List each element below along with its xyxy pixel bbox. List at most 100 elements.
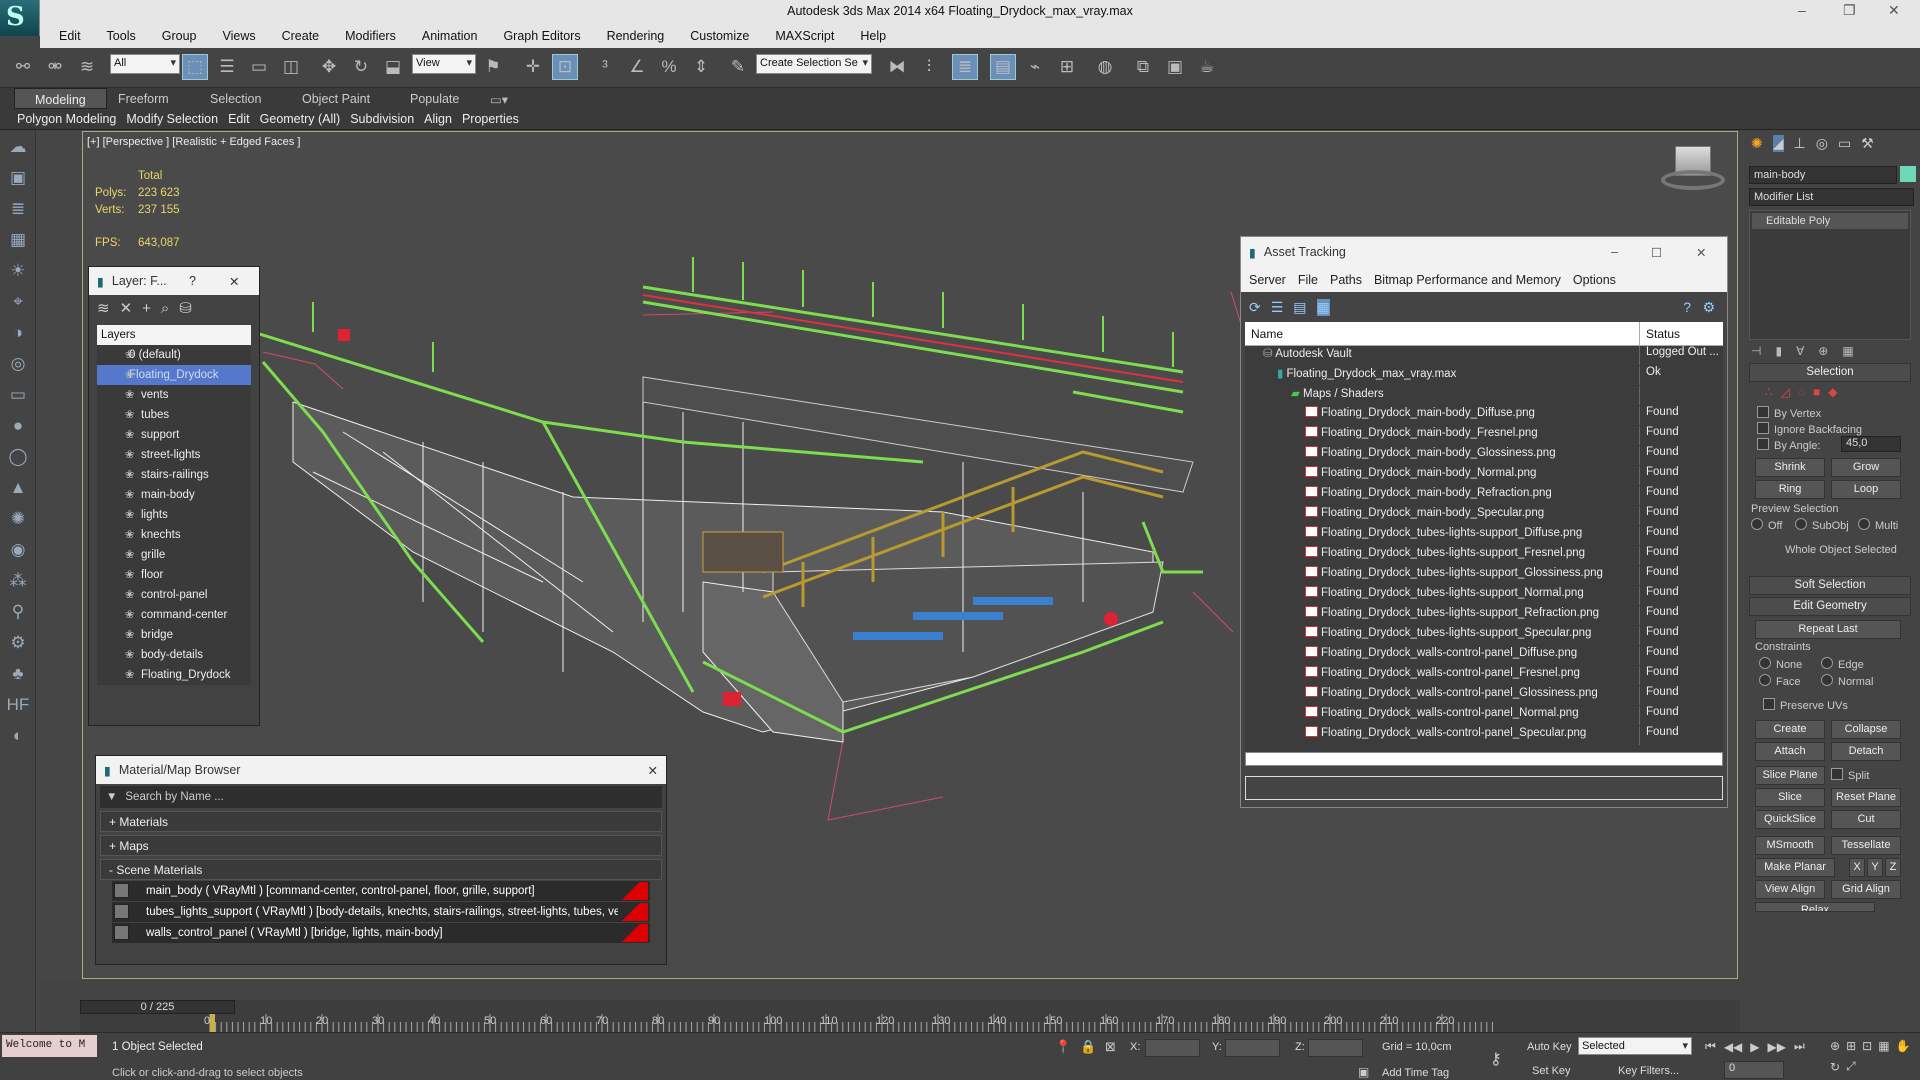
layer-item[interactable]: street-lights bbox=[97, 445, 251, 465]
refresh-icon[interactable]: ⟳ bbox=[1249, 299, 1261, 316]
asset-horizontal-scrollbar[interactable] bbox=[1245, 752, 1723, 766]
selection-rollout-header[interactable]: Selection bbox=[1749, 363, 1911, 382]
menu-edit[interactable]: Edit bbox=[46, 29, 94, 43]
asset-row[interactable]: Floating_Drydock_tubes-lights-support_Fr… bbox=[1245, 546, 1723, 566]
layer-add-icon[interactable]: + bbox=[142, 300, 151, 317]
sphere-icon[interactable]: ● bbox=[6, 416, 30, 440]
scene-material-main-body[interactable]: main_body ( VRayMtl ) [command-center, c… bbox=[112, 881, 650, 901]
asset-row[interactable]: Floating_Drydock_tubes-lights-support_Di… bbox=[1245, 526, 1723, 546]
application-button[interactable]: S bbox=[0, 0, 40, 36]
plant-icon[interactable]: ♣ bbox=[6, 664, 30, 688]
panel-properties[interactable]: Properties bbox=[457, 109, 524, 129]
move-icon[interactable]: ✥ bbox=[316, 54, 342, 80]
material-browser-titlebar[interactable]: ▮ Material/Map Browser ✕ bbox=[96, 756, 666, 784]
wrench-icon[interactable]: ⚙ bbox=[6, 633, 30, 657]
close-button[interactable]: ✕ bbox=[1888, 2, 1900, 19]
menu-animation[interactable]: Animation bbox=[409, 29, 491, 43]
asset-path-field[interactable] bbox=[1245, 776, 1723, 800]
layer-item[interactable]: lights bbox=[97, 505, 251, 525]
pin-stack-icon[interactable]: ⊣ bbox=[1751, 344, 1761, 358]
scale-icon[interactable]: ⬓ bbox=[380, 54, 406, 80]
grid-align-button[interactable]: Grid Align bbox=[1831, 880, 1901, 899]
ring-button[interactable]: Ring bbox=[1755, 480, 1825, 499]
tab-freeform[interactable]: Freeform bbox=[118, 92, 169, 106]
next-frame-icon[interactable]: ▶▶ bbox=[1768, 1040, 1786, 1054]
layer-manager-icon[interactable]: ≣ bbox=[952, 54, 978, 80]
asset-row[interactable]: Floating_Drydock_tubes-lights-support_Re… bbox=[1245, 606, 1723, 626]
y-coordinate-field[interactable] bbox=[1225, 1039, 1280, 1057]
asset-maximize-button[interactable]: ☐ bbox=[1651, 245, 1662, 260]
key-icon[interactable]: ⚷ bbox=[1490, 1049, 1502, 1069]
maps-group[interactable]: + Maps bbox=[100, 835, 662, 856]
spacewarp-icon[interactable]: ◎ bbox=[6, 354, 30, 378]
column-status[interactable]: Status bbox=[1640, 322, 1686, 345]
grid-icon[interactable]: ▦ bbox=[6, 230, 30, 254]
align-icon[interactable]: ⫶ bbox=[916, 54, 942, 80]
asset-menu-server[interactable]: Server bbox=[1243, 273, 1292, 287]
viewcube[interactable] bbox=[1653, 140, 1733, 200]
keyboard-shortcut-override-icon[interactable]: ⊡ bbox=[552, 54, 578, 80]
tab-populate[interactable]: Populate bbox=[410, 92, 459, 106]
msmooth-button[interactable]: MSmooth bbox=[1755, 836, 1825, 855]
light-icon[interactable]: ☀ bbox=[6, 261, 30, 285]
layer-panel-titlebar[interactable]: ▮ Layer: F... ? ✕ bbox=[89, 267, 259, 295]
material-editor-icon[interactable]: ◍ bbox=[1092, 54, 1118, 80]
materials-group[interactable]: + Materials bbox=[100, 811, 662, 832]
layer-item[interactable]: bridge bbox=[97, 625, 251, 645]
show-end-result-icon[interactable]: ▮ bbox=[1775, 344, 1782, 358]
add-time-tag[interactable]: Add Time Tag bbox=[1382, 1067, 1449, 1079]
quickslice-button[interactable]: QuickSlice bbox=[1755, 810, 1825, 829]
layer-item[interactable]: floor bbox=[97, 565, 251, 585]
asset-row[interactable]: Floating_Drydock_main-body_Diffuse.png Fo… bbox=[1245, 406, 1723, 426]
sun-icon[interactable]: ✺ bbox=[6, 509, 30, 533]
loop-button[interactable]: Loop bbox=[1831, 480, 1901, 499]
disc-icon[interactable]: ◉ bbox=[6, 540, 30, 564]
asset-row[interactable]: Floating_Drydock_main-body_Glossiness.pn… bbox=[1245, 446, 1723, 466]
z-coordinate-field[interactable] bbox=[1308, 1039, 1363, 1057]
timeline[interactable]: 0 / 225 0 10 20 30 40 50 60 70 80 90 100 110 120 130 1… bbox=[80, 1000, 1740, 1032]
polygon-icon[interactable]: ■ bbox=[1813, 385, 1820, 399]
element-icon[interactable]: ◆ bbox=[1828, 385, 1837, 399]
asset-row[interactable]: ⛁ Autodesk Vault Logged Out ... bbox=[1245, 346, 1723, 366]
maximize-button[interactable]: ❐ bbox=[1843, 2, 1856, 19]
layer-item[interactable]: stairs-railings bbox=[97, 465, 251, 485]
menu-tools[interactable]: Tools bbox=[94, 29, 149, 43]
relax-button[interactable]: Relax bbox=[1755, 902, 1875, 912]
layer-select-icon[interactable]: ⌕ bbox=[161, 300, 169, 317]
utilities-tab-icon[interactable]: ⚒ bbox=[1861, 135, 1874, 152]
layers-header[interactable]: Layers bbox=[97, 325, 251, 345]
object-color-swatch[interactable] bbox=[1900, 166, 1916, 182]
fov-icon[interactable]: ▦ bbox=[1878, 1039, 1889, 1053]
constraint-edge-radio[interactable]: Edge bbox=[1821, 657, 1864, 671]
column-name[interactable]: Name bbox=[1245, 322, 1640, 345]
make-planar-button[interactable]: Make Planar bbox=[1755, 858, 1835, 877]
detail-view-icon[interactable]: ▤ bbox=[1293, 299, 1306, 316]
planar-y-button[interactable]: Y bbox=[1867, 858, 1883, 877]
menu-help[interactable]: Help bbox=[847, 29, 899, 43]
asset-row[interactable]: Floating_Drydock_main-body_Refraction.pn… bbox=[1245, 486, 1723, 506]
link-icon[interactable]: ⚯ bbox=[10, 54, 36, 80]
curve-editor-icon[interactable]: ⌁ bbox=[1022, 54, 1048, 80]
mirror-icon[interactable]: ⧓ bbox=[884, 54, 910, 80]
material-browser-close-button[interactable]: ✕ bbox=[648, 763, 658, 778]
ignore-backfacing-checkbox[interactable]: Ignore Backfacing bbox=[1757, 422, 1862, 436]
motion-tab-icon[interactable]: ◎ bbox=[1816, 135, 1828, 152]
table-view-icon[interactable]: ▦ bbox=[1316, 298, 1330, 316]
object-name-field[interactable]: main-body bbox=[1749, 166, 1897, 184]
tab-modeling[interactable]: Modeling bbox=[14, 88, 107, 109]
select-by-name-icon[interactable]: ☰ bbox=[214, 54, 240, 80]
layers-icon[interactable]: ≣ bbox=[6, 199, 30, 223]
display-tab-icon[interactable]: ▭ bbox=[1838, 135, 1851, 152]
menu-views[interactable]: Views bbox=[209, 29, 268, 43]
asset-row[interactable]: Floating_Drydock_tubes-lights-support_Gl… bbox=[1245, 566, 1723, 586]
layer-delete-icon[interactable]: ✕ bbox=[120, 299, 133, 317]
orbit-icon[interactable]: ↻ bbox=[1830, 1060, 1840, 1074]
layer-item[interactable]: Floating_Drydock bbox=[97, 665, 251, 685]
material-search-input[interactable]: Search by Name ... bbox=[125, 791, 223, 803]
tab-selection[interactable]: Selection bbox=[210, 92, 261, 106]
attach-button[interactable]: Attach bbox=[1755, 742, 1825, 761]
asset-row[interactable]: Floating_Drydock_tubes-lights-support_Sp… bbox=[1245, 626, 1723, 646]
menu-modifiers[interactable]: Modifiers bbox=[332, 29, 409, 43]
render-icon[interactable]: ▣ bbox=[6, 168, 30, 192]
angle-snap-icon[interactable]: ∠ bbox=[624, 54, 650, 80]
